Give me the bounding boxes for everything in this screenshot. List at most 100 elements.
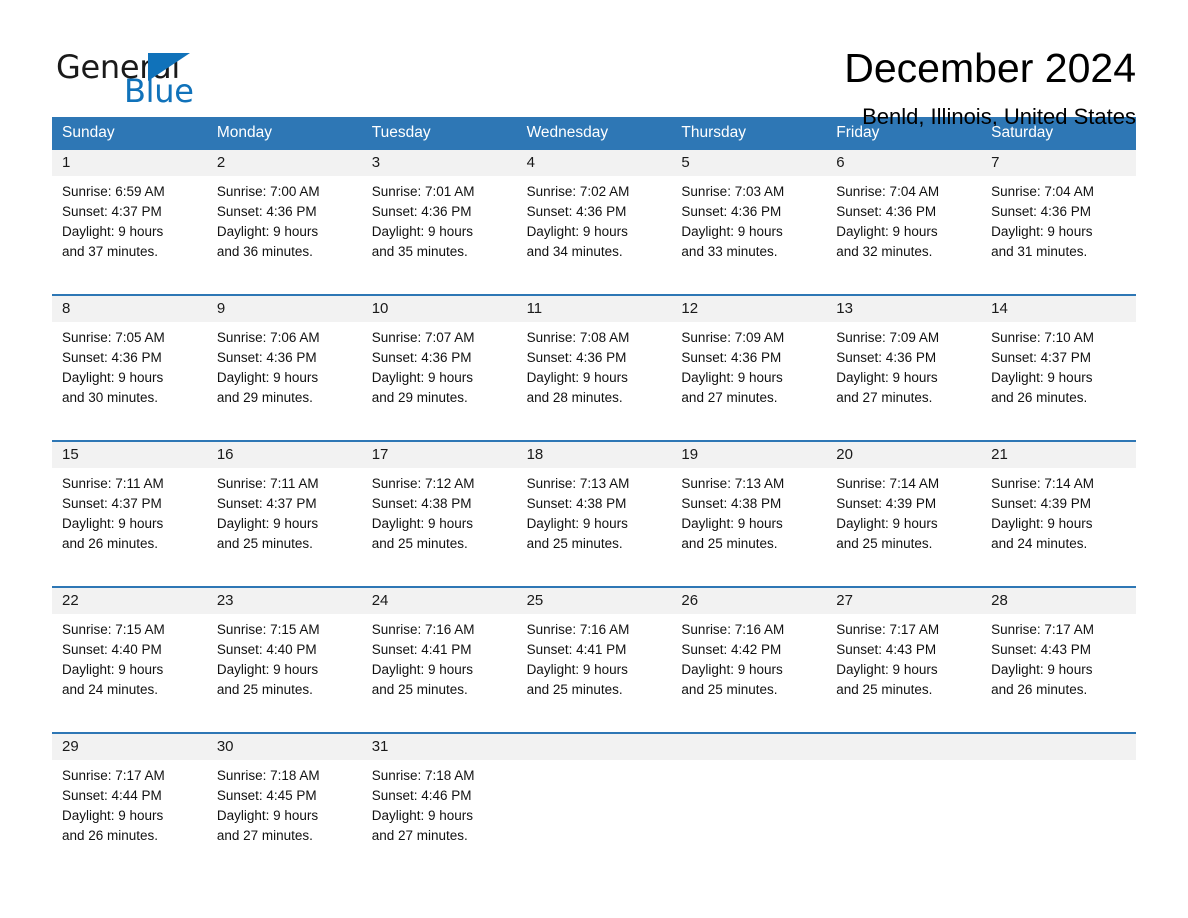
sunrise-text: Sunrise: 7:13 AM [681, 476, 785, 491]
day-cell[interactable]: Sunrise: 7:11 AM Sunset: 4:37 PM Dayligh… [52, 468, 207, 577]
day-number[interactable]: 6 [826, 150, 981, 176]
day-cell[interactable]: Sunrise: 7:10 AM Sunset: 4:37 PM Dayligh… [981, 322, 1136, 431]
day-number[interactable]: 14 [981, 296, 1136, 322]
daylight-text-line2: and 37 minutes. [62, 244, 159, 259]
day-cell[interactable]: Sunrise: 7:18 AM Sunset: 4:45 PM Dayligh… [207, 760, 362, 869]
day-number[interactable]: 11 [517, 296, 672, 322]
daylight-text-line2: and 26 minutes. [991, 682, 1088, 697]
day-cell[interactable]: Sunrise: 7:01 AM Sunset: 4:36 PM Dayligh… [362, 176, 517, 285]
sunset-text: Sunset: 4:39 PM [836, 496, 937, 511]
day-cell[interactable]: Sunrise: 7:17 AM Sunset: 4:43 PM Dayligh… [826, 614, 981, 723]
week-spacer [52, 577, 1136, 586]
day-number[interactable]: 21 [981, 442, 1136, 468]
weekday-header-row: Sunday Monday Tuesday Wednesday Thursday… [52, 117, 1136, 148]
day-number[interactable]: 23 [207, 588, 362, 614]
day-number[interactable]: 16 [207, 442, 362, 468]
sunrise-text: Sunrise: 7:16 AM [371, 622, 475, 637]
day-cell[interactable]: Sunrise: 7:03 AM Sunset: 4:36 PM Dayligh… [671, 176, 826, 285]
day-number[interactable]: 17 [362, 442, 517, 468]
day-cell[interactable]: Sunrise: 7:14 AM Sunset: 4:39 PM Dayligh… [981, 468, 1136, 577]
day-cell[interactable]: Sunrise: 7:00 AM Sunset: 4:36 PM Dayligh… [207, 176, 362, 285]
sunrise-text: Sunrise: 6:59 AM [62, 184, 165, 199]
day-number[interactable]: 4 [517, 150, 672, 176]
daylight-text-line2: and 24 minutes. [991, 536, 1088, 551]
daylight-text-line1: Daylight: 9 hours [836, 370, 938, 385]
calendar-week-row: 1 2 3 4 5 6 7 Sunrise: 6:59 AM Sunset: 4… [52, 148, 1136, 285]
day-cell[interactable]: Sunrise: 7:08 AM Sunset: 4:36 PM Dayligh… [517, 322, 672, 431]
daylight-text-line1: Daylight: 9 hours [62, 516, 164, 531]
day-number[interactable]: 9 [207, 296, 362, 322]
day-number[interactable]: 5 [671, 150, 826, 176]
day-cell[interactable]: Sunrise: 7:11 AM Sunset: 4:37 PM Dayligh… [207, 468, 362, 577]
day-number[interactable]: 10 [362, 296, 517, 322]
day-cell[interactable]: Sunrise: 7:04 AM Sunset: 4:36 PM Dayligh… [981, 176, 1136, 285]
day-cell[interactable]: Sunrise: 7:16 AM Sunset: 4:41 PM Dayligh… [517, 614, 672, 723]
sunset-text: Sunset: 4:39 PM [991, 496, 1091, 511]
daylight-text-line1: Daylight: 9 hours [836, 516, 938, 531]
day-cell[interactable]: Sunrise: 7:05 AM Sunset: 4:36 PM Dayligh… [52, 322, 207, 431]
daylight-text-line1: Daylight: 9 hours [216, 370, 319, 385]
day-number[interactable]: 30 [207, 734, 362, 760]
day-number[interactable]: 15 [52, 442, 207, 468]
day-number[interactable]: 3 [362, 150, 517, 176]
sunset-text: Sunset: 4:36 PM [836, 350, 937, 365]
day-cell[interactable]: Sunrise: 7:09 AM Sunset: 4:36 PM Dayligh… [826, 322, 981, 431]
day-number[interactable]: 22 [52, 588, 207, 614]
day-number[interactable]: 29 [52, 734, 207, 760]
day-cell[interactable]: Sunrise: 7:15 AM Sunset: 4:40 PM Dayligh… [207, 614, 362, 723]
sunrise-text: Sunrise: 7:01 AM [371, 184, 475, 199]
day-number[interactable]: 31 [362, 734, 517, 760]
day-cell[interactable]: Sunrise: 7:15 AM Sunset: 4:40 PM Dayligh… [52, 614, 207, 723]
day-cell[interactable]: Sunrise: 7:17 AM Sunset: 4:44 PM Dayligh… [52, 760, 207, 869]
day-cell[interactable]: Sunrise: 7:07 AM Sunset: 4:36 PM Dayligh… [362, 322, 517, 431]
daylight-text-line1: Daylight: 9 hours [216, 516, 319, 531]
daylight-text-line2: and 25 minutes. [216, 536, 313, 551]
day-number[interactable]: 2 [207, 150, 362, 176]
day-number[interactable]: 24 [362, 588, 517, 614]
calendar-page: General Blue December 2024 Benld, Illino… [0, 0, 1188, 918]
sunrise-text: Sunrise: 7:17 AM [836, 622, 940, 637]
day-cell[interactable]: Sunrise: 7:02 AM Sunset: 4:36 PM Dayligh… [517, 176, 672, 285]
sunset-text: Sunset: 4:37 PM [216, 496, 317, 511]
day-cell[interactable]: Sunrise: 7:18 AM Sunset: 4:46 PM Dayligh… [362, 760, 517, 869]
weekday-header-sunday: Sunday [62, 124, 115, 141]
day-number[interactable]: 18 [517, 442, 672, 468]
weekday-header-thursday: Thursday [681, 124, 747, 141]
daylight-text-line2: and 25 minutes. [216, 682, 313, 697]
day-cell[interactable]: Sunrise: 7:16 AM Sunset: 4:41 PM Dayligh… [362, 614, 517, 723]
day-number[interactable]: 8 [52, 296, 207, 322]
day-number[interactable]: 26 [671, 588, 826, 614]
sunrise-text: Sunrise: 7:09 AM [681, 330, 785, 345]
day-cell[interactable]: Sunrise: 7:17 AM Sunset: 4:43 PM Dayligh… [981, 614, 1136, 723]
day-number[interactable]: 7 [981, 150, 1136, 176]
day-cell[interactable]: Sunrise: 7:06 AM Sunset: 4:36 PM Dayligh… [207, 322, 362, 431]
day-cell[interactable]: Sunrise: 7:12 AM Sunset: 4:38 PM Dayligh… [362, 468, 517, 577]
sunset-text: Sunset: 4:36 PM [836, 204, 937, 219]
sunrise-text: Sunrise: 7:16 AM [526, 622, 630, 637]
daylight-text-line1: Daylight: 9 hours [371, 662, 474, 677]
day-number[interactable]: 27 [826, 588, 981, 614]
day-number[interactable]: 19 [671, 442, 826, 468]
day-number[interactable]: 12 [671, 296, 826, 322]
general-blue-logo[interactable]: General Blue [56, 44, 206, 108]
day-cell[interactable]: Sunrise: 7:13 AM Sunset: 4:38 PM Dayligh… [517, 468, 672, 577]
day-cell[interactable]: Sunrise: 7:16 AM Sunset: 4:42 PM Dayligh… [671, 614, 826, 723]
day-cell[interactable]: Sunrise: 7:04 AM Sunset: 4:36 PM Dayligh… [826, 176, 981, 285]
day-cell[interactable]: Sunrise: 7:14 AM Sunset: 4:39 PM Dayligh… [826, 468, 981, 577]
daylight-text-line1: Daylight: 9 hours [681, 370, 783, 385]
day-cell[interactable]: Sunrise: 6:59 AM Sunset: 4:37 PM Dayligh… [52, 176, 207, 285]
sunset-text: Sunset: 4:41 PM [526, 642, 627, 657]
sunset-text: Sunset: 4:43 PM [991, 642, 1091, 657]
day-cell[interactable]: Sunrise: 7:09 AM Sunset: 4:36 PM Dayligh… [671, 322, 826, 431]
day-number[interactable]: 28 [981, 588, 1136, 614]
daylight-text-line1: Daylight: 9 hours [62, 808, 164, 823]
day-number[interactable]: 20 [826, 442, 981, 468]
sunrise-text: Sunrise: 7:09 AM [836, 330, 940, 345]
day-number[interactable]: 1 [52, 150, 207, 176]
sunset-text: Sunset: 4:37 PM [991, 350, 1091, 365]
day-number[interactable]: 25 [517, 588, 672, 614]
day-cell[interactable]: Sunrise: 7:13 AM Sunset: 4:38 PM Dayligh… [671, 468, 826, 577]
daylight-text-line2: and 28 minutes. [526, 390, 623, 405]
sunrise-text: Sunrise: 7:04 AM [836, 184, 940, 199]
day-number[interactable]: 13 [826, 296, 981, 322]
